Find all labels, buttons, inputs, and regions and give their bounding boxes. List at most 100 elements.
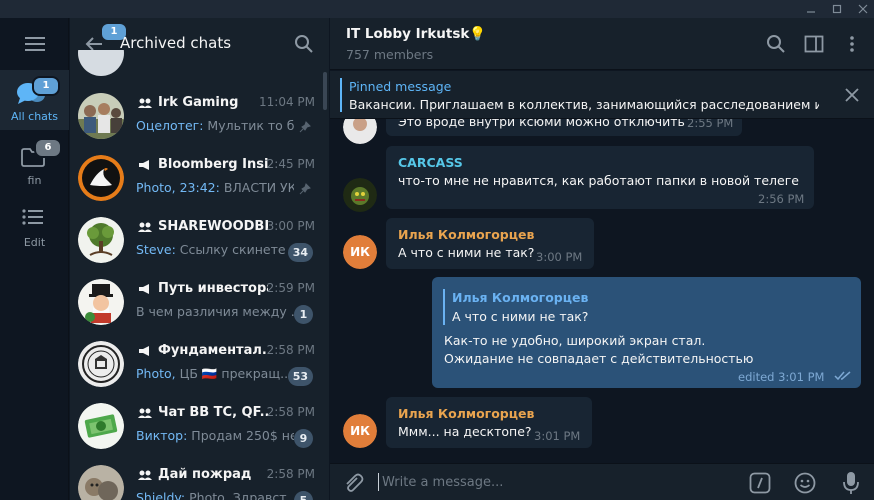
chat-item[interactable]: Путь инвестора 2:59 PM В чем различия ме… bbox=[70, 271, 323, 333]
chat-item[interactable]: Чат BB TC, QF... 2:58 PM Виктор: Продам … bbox=[70, 395, 323, 457]
group-icon bbox=[138, 408, 152, 418]
channel-icon bbox=[139, 284, 149, 294]
group-icon bbox=[138, 470, 152, 480]
chat-preview: Photo, 23:42: ВЛАСТИ УК... bbox=[136, 180, 294, 195]
chat-header[interactable]: IT Lobby Irkutsk💡 757 members bbox=[330, 18, 874, 70]
channel-icon bbox=[139, 160, 149, 170]
message-author: Илья Колмогорцев bbox=[398, 227, 535, 242]
chat-time: 2:59 PM bbox=[266, 281, 315, 295]
group-icon bbox=[138, 98, 152, 108]
attach-icon[interactable] bbox=[342, 472, 364, 494]
avatar bbox=[78, 93, 124, 139]
message-bubble[interactable]: Илья Колмогорцев А что с ними не так? 3:… bbox=[386, 218, 594, 269]
message-author: Илья Колмогорцев bbox=[398, 406, 535, 421]
message-input[interactable]: Write a message... bbox=[382, 475, 503, 490]
chat-preview: Виктор: Продам 250$ не... bbox=[136, 428, 294, 443]
message-text: Как-то не удобно, широкий экран стал. bbox=[444, 333, 706, 348]
chat-name: SHAREWOODBI... bbox=[158, 219, 268, 234]
message-author: CARCASS bbox=[398, 155, 463, 170]
search-button[interactable] bbox=[294, 34, 314, 54]
avatar bbox=[78, 403, 124, 449]
message-bubble-outgoing[interactable]: Илья Колмогорцев А что с ними не так? Ка… bbox=[432, 277, 861, 388]
unread-count-badge: 34 bbox=[287, 243, 313, 262]
chat-preview: Photo, ЦБ 🇷🇺 прекращ... bbox=[136, 366, 293, 381]
chat-item[interactable]: Irk Gaming 11:04 PM Оцелотег: Мультик то… bbox=[70, 85, 323, 147]
message-time: 3:01 PM bbox=[534, 429, 581, 443]
window-titlebar bbox=[0, 0, 874, 18]
chat-time: 11:04 PM bbox=[259, 95, 315, 109]
chat-item[interactable]: Bloomberg Insi... 2:45 PM Photo, 23:42: … bbox=[70, 147, 323, 209]
avatar bbox=[78, 217, 124, 263]
message-time: 3:00 PM bbox=[536, 250, 583, 264]
emoji-icon[interactable] bbox=[794, 472, 816, 494]
chat-time: 2:58 PM bbox=[266, 467, 315, 481]
chat-name: Irk Gaming bbox=[158, 95, 239, 110]
chat-preview: Shieldy: Photo, Здравст... bbox=[136, 490, 294, 500]
folder-badge: 6 bbox=[34, 138, 62, 158]
minimize-icon[interactable] bbox=[800, 0, 822, 18]
message-text: Ожидание не совпадает с действительность… bbox=[444, 351, 754, 366]
folder-badge: 1 bbox=[32, 76, 60, 96]
pinned-message-bar[interactable]: Pinned message Вакансии. Приглашаем в ко… bbox=[330, 71, 874, 119]
chat-preview: Оцелотег: Мультик то б... bbox=[136, 118, 294, 133]
message-composer: Write a message... bbox=[330, 463, 874, 500]
folder-all-chats[interactable]: 1 All chats bbox=[0, 70, 69, 130]
channel-icon bbox=[139, 346, 149, 356]
reply-text: А что с ними не так? bbox=[452, 309, 589, 324]
maximize-icon[interactable] bbox=[826, 0, 848, 18]
chat-preview: В чем различия между ... bbox=[136, 304, 294, 319]
microphone-icon[interactable] bbox=[842, 471, 860, 495]
chat-time: 2:58 PM bbox=[266, 343, 315, 357]
avatar bbox=[78, 155, 124, 201]
folder-label: All chats bbox=[11, 110, 58, 123]
chat-title: IT Lobby Irkutsk💡 bbox=[346, 26, 487, 42]
main-menu-button[interactable] bbox=[0, 18, 69, 70]
pinned-label: Pinned message bbox=[349, 79, 452, 94]
chat-time: 3:00 PM bbox=[266, 219, 315, 233]
message-time: 2:56 PM bbox=[758, 192, 805, 206]
chat-list: 1 Archived chats Irk Gaming 11:04 PM Оце… bbox=[70, 18, 329, 500]
message-text: что-то мне не нравится, как работают пап… bbox=[398, 173, 799, 188]
pinned-text: Вакансии. Приглашаем в коллектив, занима… bbox=[349, 97, 819, 112]
avatar[interactable]: ИК bbox=[343, 414, 377, 448]
message-bubble[interactable]: Илья Колмогорцев Ммм... на десктопе? 3:0… bbox=[386, 397, 592, 448]
unread-count-badge: 53 bbox=[287, 367, 313, 386]
chat-item[interactable]: Фундаментал... 2:58 PM Photo, ЦБ 🇷🇺 прек… bbox=[70, 333, 323, 395]
page-title: Archived chats bbox=[120, 34, 232, 52]
chat-list-scrollbar[interactable] bbox=[323, 72, 327, 110]
unread-count-badge: 1 bbox=[294, 305, 313, 324]
hamburger-icon bbox=[24, 37, 45, 51]
avatar bbox=[78, 279, 124, 325]
message-text: А что с ними не так? bbox=[398, 245, 535, 260]
sidebar-toggle-icon[interactable] bbox=[804, 34, 824, 54]
folders-sidebar: 1 All chats 6 fin Edit bbox=[0, 18, 69, 500]
close-icon[interactable] bbox=[845, 88, 859, 102]
avatar[interactable] bbox=[343, 178, 377, 212]
chat-name: Bloomberg Insi... bbox=[158, 157, 268, 172]
chat-time: 2:45 PM bbox=[266, 157, 315, 171]
folder-fin[interactable]: 6 fin bbox=[0, 134, 69, 194]
unread-count-badge: 9 bbox=[294, 429, 313, 448]
edit-list-icon bbox=[22, 209, 43, 225]
search-icon[interactable] bbox=[766, 34, 786, 54]
avatar[interactable] bbox=[78, 50, 124, 78]
double-check-icon bbox=[834, 371, 851, 381]
pin-icon bbox=[299, 121, 311, 133]
avatar bbox=[78, 341, 124, 387]
message-text: Ммм... на десктопе? bbox=[398, 424, 532, 439]
chat-item[interactable]: SHAREWOODBI... 3:00 PM Steve: Ссылку ски… bbox=[70, 209, 323, 271]
reply-bar bbox=[443, 289, 445, 325]
folder-label: fin bbox=[27, 174, 42, 187]
pin-icon bbox=[299, 183, 311, 195]
folder-edit[interactable]: Edit bbox=[0, 194, 69, 254]
text-cursor bbox=[378, 473, 379, 491]
bot-commands-icon[interactable] bbox=[749, 472, 771, 494]
chat-name: Путь инвестора bbox=[158, 281, 268, 296]
chat-name: Чат BB TC, QF... bbox=[158, 405, 268, 420]
more-options-icon[interactable] bbox=[842, 34, 862, 54]
message-bubble[interactable]: CARCASS что-то мне не нравится, как рабо… bbox=[386, 146, 814, 209]
member-count: 757 members bbox=[346, 47, 434, 62]
chat-item[interactable]: Дай пожрад 2:58 PM Shieldy: Photo, Здрав… bbox=[70, 457, 323, 500]
close-icon[interactable] bbox=[852, 0, 874, 18]
avatar[interactable]: ИК bbox=[343, 235, 377, 269]
